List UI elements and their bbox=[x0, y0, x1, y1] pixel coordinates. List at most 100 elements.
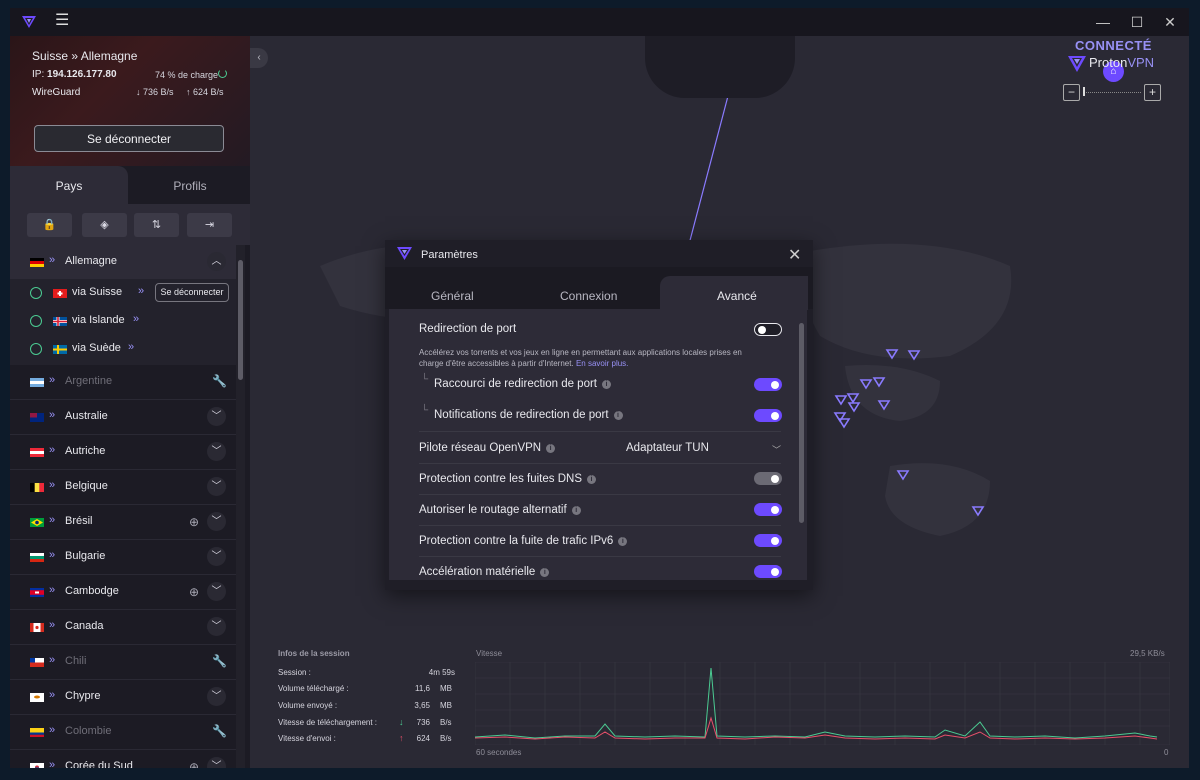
info-icon[interactable]: i bbox=[540, 568, 550, 577]
zoom-slider-thumb[interactable] bbox=[1083, 87, 1085, 96]
ring-icon bbox=[30, 315, 42, 327]
country-list: » Allemagne ︿ via Suisse » Se déconnecte… bbox=[10, 245, 238, 768]
ipv6-leak-toggle[interactable] bbox=[754, 534, 782, 547]
chevron-double-icon: » bbox=[49, 549, 55, 561]
chevron-double-icon: » bbox=[49, 374, 55, 386]
country-row-allemagne[interactable]: » Allemagne ︿ bbox=[10, 245, 238, 280]
info-icon[interactable]: i bbox=[571, 506, 581, 515]
port-shortcut-toggle[interactable] bbox=[754, 378, 782, 391]
hamburger-menu-icon[interactable]: ☰ bbox=[55, 13, 69, 29]
divider bbox=[419, 494, 781, 495]
chevron-down-icon[interactable]: ﹀ bbox=[207, 512, 226, 531]
flag-de-icon bbox=[30, 258, 44, 267]
flag-is-icon bbox=[53, 317, 67, 326]
tab-countries[interactable]: Pays bbox=[10, 166, 128, 204]
server-disconnect-button[interactable]: Se déconnecter bbox=[155, 283, 229, 302]
chart-right-label: 0 bbox=[1164, 748, 1169, 757]
zoom-out-button[interactable]: − bbox=[1063, 84, 1080, 101]
tab-connection[interactable]: Connexion bbox=[560, 289, 617, 303]
country-row-bulgarie[interactable]: » Bulgarie ﹀ bbox=[10, 540, 238, 575]
info-icon[interactable]: i bbox=[602, 380, 611, 389]
protocol-label: WireGuard bbox=[32, 87, 81, 98]
setting-hw-accel: Accélération matérielle i bbox=[419, 566, 550, 578]
p2p-filter-button[interactable]: ⇅ bbox=[134, 213, 179, 237]
close-dialog-button[interactable]: ✕ bbox=[788, 245, 801, 265]
zoom-in-button[interactable]: + bbox=[1144, 84, 1161, 101]
brand-logo: ProtonVPN bbox=[1067, 55, 1154, 72]
setting-label: Autoriser le routage alternatif bbox=[419, 504, 567, 516]
country-row-autriche[interactable]: » Autriche ﹀ bbox=[10, 435, 238, 470]
secure-core-filter-button[interactable]: 🔒 bbox=[27, 213, 72, 237]
chevron-down-icon[interactable]: ﹀ bbox=[207, 582, 226, 601]
tab-advanced[interactable]: Avancé bbox=[717, 289, 757, 303]
alt-routing-toggle[interactable] bbox=[754, 503, 782, 516]
country-row-bresil[interactable]: » Brésil ⊕ ﹀ bbox=[10, 505, 238, 540]
country-row-colombie[interactable]: » Colombie 🔧 bbox=[10, 715, 238, 750]
hw-accel-toggle[interactable] bbox=[754, 565, 782, 578]
chevron-down-icon[interactable]: ﹀ bbox=[207, 442, 226, 461]
close-window-button[interactable]: ✕ bbox=[1160, 12, 1180, 32]
chevron-down-icon[interactable]: ﹀ bbox=[207, 407, 226, 426]
chevron-down-icon[interactable]: ﹀ bbox=[772, 443, 781, 456]
chevron-double-icon: » bbox=[133, 313, 139, 325]
info-icon[interactable]: i bbox=[613, 411, 623, 420]
scrollbar-thumb[interactable] bbox=[238, 260, 243, 380]
shield-filter-button[interactable]: ◈ bbox=[82, 213, 127, 237]
session-value: 736 bbox=[416, 718, 430, 727]
country-row-australie[interactable]: » Australie ﹀ bbox=[10, 400, 238, 435]
server-row-via-islande[interactable]: via Islande » bbox=[10, 307, 238, 335]
port-forwarding-toggle[interactable] bbox=[754, 323, 782, 336]
chevron-down-icon[interactable]: ﹀ bbox=[207, 617, 226, 636]
country-row-canada[interactable]: » Canada ﹀ bbox=[10, 610, 238, 645]
chevron-down-icon[interactable]: ﹀ bbox=[207, 547, 226, 566]
tor-filter-button[interactable]: ⇥ bbox=[187, 213, 232, 237]
session-row: Session : bbox=[278, 668, 311, 677]
tab-general[interactable]: Général bbox=[431, 289, 474, 303]
tree-line-icon: └ bbox=[421, 405, 429, 416]
server-name: via Suisse bbox=[72, 286, 123, 298]
flag-at-icon bbox=[30, 448, 44, 457]
session-value: 11,6 bbox=[415, 684, 430, 693]
load-ring-icon bbox=[218, 69, 227, 78]
openvpn-driver-select[interactable]: Adaptateur TUN bbox=[626, 442, 709, 454]
country-row-argentine[interactable]: » Argentine 🔧 bbox=[10, 365, 238, 400]
ip-label: IP: bbox=[32, 69, 45, 80]
title-bar: ☰ — ☐ ✕ bbox=[10, 8, 1189, 36]
session-row: Volume téléchargé : bbox=[278, 684, 349, 693]
country-name: Corée du Sud bbox=[65, 760, 133, 768]
learn-more-link[interactable]: En savoir plus. bbox=[576, 359, 628, 368]
chevron-down-icon[interactable]: ﹀ bbox=[207, 477, 226, 496]
info-icon[interactable]: i bbox=[546, 444, 556, 453]
chevron-double-icon: » bbox=[138, 285, 144, 297]
country-row-chili[interactable]: » Chili 🔧 bbox=[10, 645, 238, 680]
tree-line-icon: └ bbox=[421, 374, 429, 385]
download-series-line bbox=[475, 667, 1158, 739]
chevron-down-icon[interactable]: ﹀ bbox=[207, 687, 226, 706]
status-notch: CONNECTÉ ⌂ bbox=[645, 36, 1151, 98]
session-title: Infos de la session bbox=[278, 649, 350, 658]
minimize-button[interactable]: — bbox=[1093, 12, 1113, 32]
tab-profiles[interactable]: Profils bbox=[130, 166, 250, 204]
server-row-via-suisse[interactable]: via Suisse » Se déconnecter bbox=[10, 279, 238, 307]
setting-alt-routing: Autoriser le routage alternatif i bbox=[419, 504, 581, 516]
country-row-coree-du-sud[interactable]: » Corée du Sud ⊕ ﹀ bbox=[10, 750, 238, 768]
country-name: Cambodge bbox=[65, 585, 119, 597]
country-row-chypre[interactable]: » Chypre ﹀ bbox=[10, 680, 238, 715]
chevron-down-icon[interactable]: ﹀ bbox=[207, 757, 226, 768]
chevron-up-icon[interactable]: ︿ bbox=[207, 252, 226, 271]
country-row-belgique[interactable]: » Belgique ﹀ bbox=[10, 470, 238, 505]
setting-label: Accélération matérielle bbox=[419, 566, 536, 578]
dns-leak-toggle[interactable] bbox=[754, 472, 782, 485]
zoom-slider[interactable] bbox=[1083, 92, 1141, 93]
divider bbox=[419, 556, 781, 557]
server-row-via-suede[interactable]: via Suède » bbox=[10, 335, 238, 365]
country-row-cambodge[interactable]: » Cambodge ⊕ ﹀ bbox=[10, 575, 238, 610]
info-icon[interactable]: i bbox=[587, 475, 596, 484]
port-notifications-toggle[interactable] bbox=[754, 409, 782, 422]
disconnect-button[interactable]: Se déconnecter bbox=[34, 125, 224, 152]
chevron-double-icon: » bbox=[128, 341, 134, 353]
info-icon[interactable]: i bbox=[618, 537, 628, 546]
ring-icon bbox=[30, 343, 42, 355]
maximize-button[interactable]: ☐ bbox=[1127, 12, 1147, 32]
dialog-scrollbar[interactable] bbox=[799, 323, 804, 523]
